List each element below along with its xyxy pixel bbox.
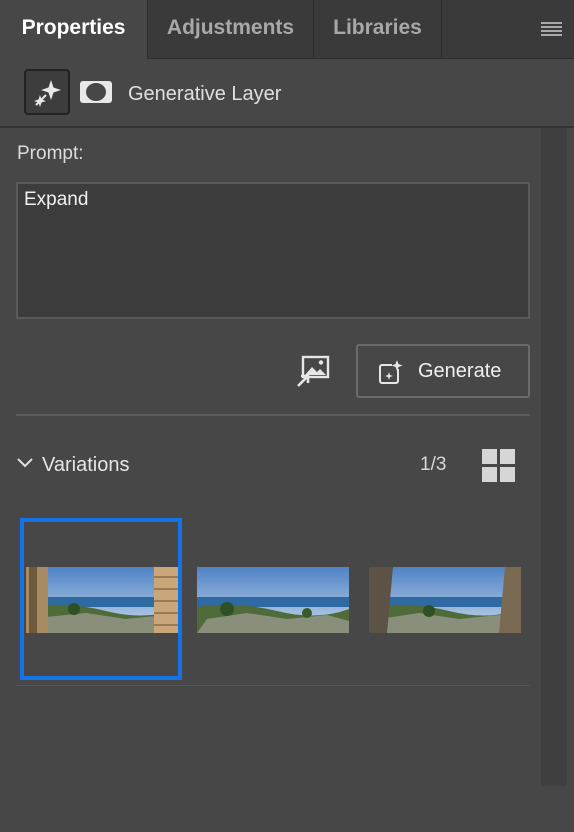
generate-sparkle-icon xyxy=(379,359,404,384)
panel-tab-bar: Properties Adjustments Libraries xyxy=(0,0,574,59)
grid-view-icon[interactable] xyxy=(482,449,515,482)
variation-image-3 xyxy=(369,567,521,633)
tab-properties[interactable]: Properties xyxy=(0,0,148,59)
generative-sparkle-icon xyxy=(34,80,61,107)
variations-count: 1/3 xyxy=(420,454,447,475)
hamburger-menu-icon[interactable] xyxy=(541,22,562,36)
variation-image-1 xyxy=(26,567,178,633)
variation-thumbnail-3[interactable] xyxy=(364,518,526,680)
reference-image-icon[interactable] xyxy=(296,354,330,388)
layer-header: Generative Layer xyxy=(0,58,574,128)
tab-libraries[interactable]: Libraries xyxy=(314,0,442,58)
thumbnail-divider xyxy=(16,685,530,686)
layer-title: Generative Layer xyxy=(128,83,282,105)
layer-mask-icon[interactable] xyxy=(80,81,112,103)
variation-thumbnail-1[interactable] xyxy=(20,518,182,680)
section-divider xyxy=(16,414,530,416)
chevron-down-icon[interactable] xyxy=(17,457,33,469)
generative-layer-button[interactable] xyxy=(24,69,70,115)
generate-button[interactable]: Generate xyxy=(356,344,530,398)
generate-button-label: Generate xyxy=(418,360,502,382)
scrollbar-track[interactable] xyxy=(541,128,567,786)
variation-image-2 xyxy=(197,567,349,633)
tab-adjustments[interactable]: Adjustments xyxy=(148,0,314,58)
prompt-input[interactable]: Expand xyxy=(16,182,530,319)
prompt-label: Prompt: xyxy=(17,143,84,164)
variations-label[interactable]: Variations xyxy=(42,454,129,477)
variation-thumbnail-2[interactable] xyxy=(192,518,354,680)
